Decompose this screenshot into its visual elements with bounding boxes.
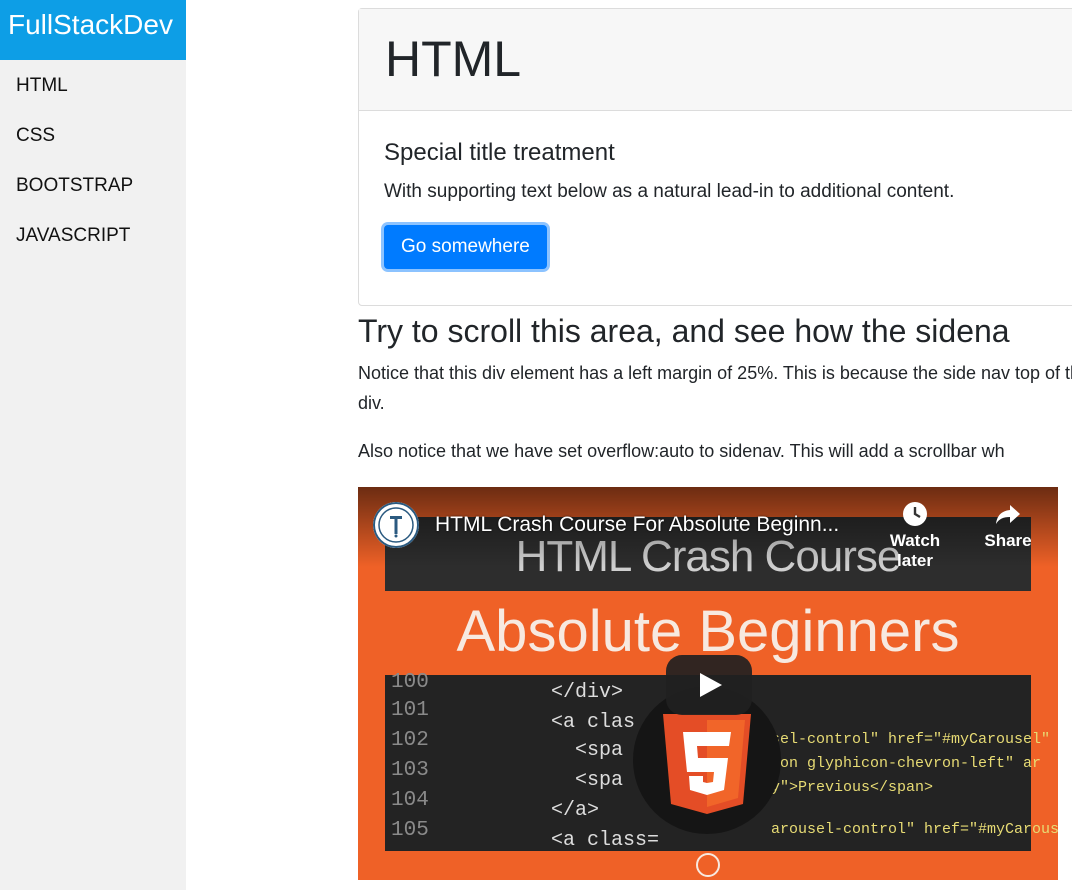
code-line: <a clas <box>551 711 636 734</box>
code-line-number: 105 <box>391 819 429 842</box>
clock-icon <box>903 502 927 526</box>
play-button[interactable] <box>666 655 752 715</box>
video-title[interactable]: HTML Crash Course For Absolute Beginn... <box>435 513 839 537</box>
code-line: arousel-control" href="#myCarousel" <box>771 821 1058 838</box>
share-button[interactable]: Share <box>980 501 1036 551</box>
card-header-title: HTML <box>385 31 522 87</box>
paragraph-overflow-note: Also notice that we have set overflow:au… <box>358 441 1005 461</box>
video-embed[interactable]: HTML Crash Course Absolute Beginners 100… <box>358 487 1058 880</box>
card-body: Special title treatment With supporting … <box>359 111 1072 305</box>
code-line: sel-control" href="#myCarousel" <box>771 731 1051 748</box>
channel-watermark-icon[interactable] <box>696 853 720 877</box>
channel-avatar[interactable] <box>373 502 419 548</box>
brand-link[interactable]: FullStackDev <box>0 0 186 60</box>
code-line: </div> <box>551 681 624 704</box>
code-line-number: 103 <box>391 759 429 782</box>
code-line: </a> <box>551 799 600 822</box>
code-line: <spa <box>575 769 624 792</box>
code-line-number: 104 <box>391 789 429 812</box>
card-text: With supporting text below as a natural … <box>384 181 955 202</box>
paragraph-margin-note: Notice that this div element has a left … <box>358 363 1072 413</box>
code-line: con glyphicon-chevron-left" ar <box>771 755 1042 772</box>
sidebar-item-javascript[interactable]: JAVASCRIPT <box>0 210 186 260</box>
watch-later-button[interactable]: Watch later <box>870 501 960 571</box>
share-label: Share <box>984 531 1032 550</box>
watch-later-label: Watch later <box>889 531 941 570</box>
sidebar-item-css[interactable]: CSS <box>0 110 186 160</box>
code-line-number: 100 <box>391 671 429 694</box>
share-icon <box>996 505 1020 524</box>
code-line-number: 101 <box>391 699 429 722</box>
card-title: Special title treatment <box>384 139 615 166</box>
card-header: HTML <box>359 9 1072 111</box>
section-heading: Try to scroll this area, and see how the… <box>358 313 1010 349</box>
code-line: y">Previous</span> <box>771 779 934 796</box>
code-line-number: 102 <box>391 729 429 752</box>
sidebar-item-html[interactable]: HTML <box>0 60 186 110</box>
sidebar-item-bootstrap[interactable]: BOOTSTRAP <box>0 160 186 210</box>
sidebar: FullStackDev HTML CSS BOOTSTRAP JAVASCRI… <box>0 0 186 890</box>
go-somewhere-button[interactable]: Go somewhere <box>384 225 547 269</box>
code-line: <spa <box>575 739 624 762</box>
card: HTML Special title treatment With suppor… <box>358 8 1072 306</box>
main-content: HTML Special title treatment With suppor… <box>358 8 1072 466</box>
